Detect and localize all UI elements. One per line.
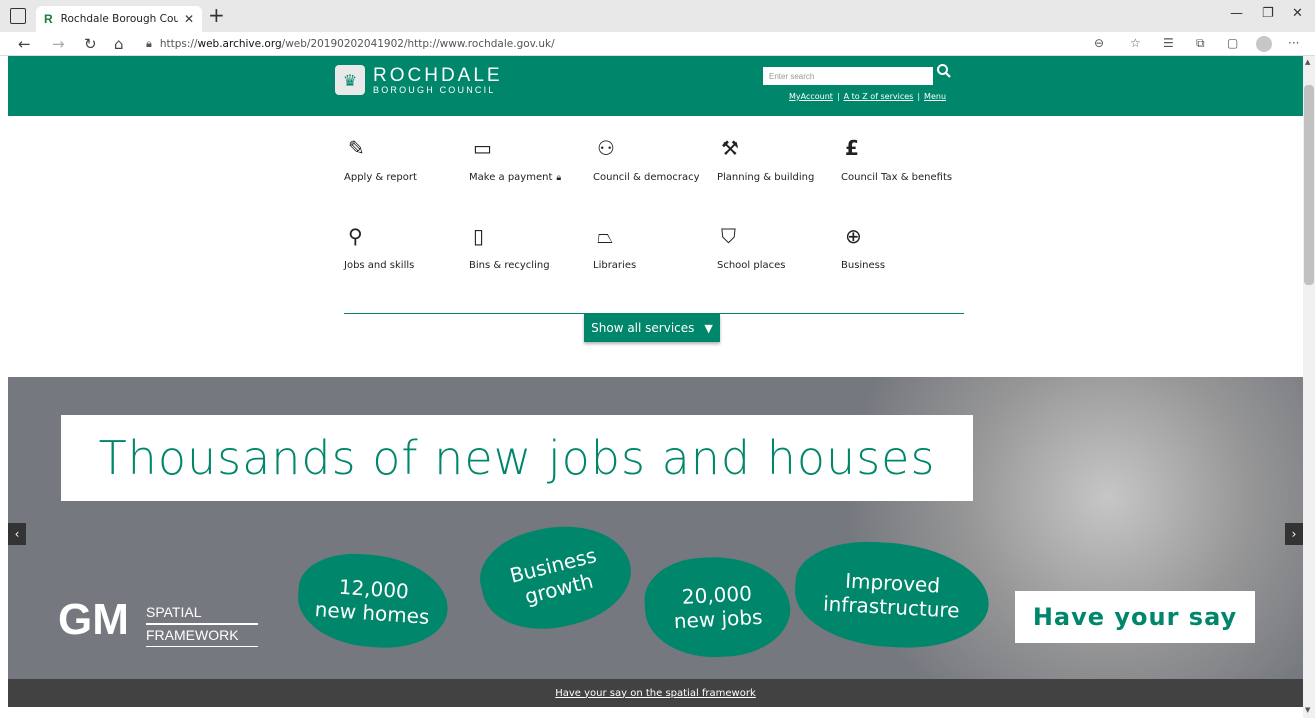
back-icon[interactable]: ← <box>18 35 31 53</box>
favorite-icon[interactable]: ☆ <box>1130 36 1141 50</box>
zoom-icon[interactable]: ⊖ <box>1094 36 1104 50</box>
service-label: Council & democracy <box>593 172 700 183</box>
search-input[interactable] <box>763 67 933 85</box>
service-label: Bins & recycling <box>469 260 550 271</box>
carousel-next-button[interactable]: › <box>1285 523 1303 545</box>
home-icon[interactable]: ⌂ <box>114 35 124 53</box>
council-logo[interactable]: ♛ ROCHDALE BOROUGH COUNCIL <box>335 65 503 95</box>
headline-box: Thousands of new jobs and houses <box>61 415 973 501</box>
tab-actions-icon[interactable] <box>10 8 26 24</box>
browser-tab[interactable]: R Rochdale Borough Council - Hon ✕ <box>36 6 202 32</box>
logo-main-text: ROCHDALE <box>373 64 503 86</box>
forward-icon[interactable]: → <box>52 35 65 53</box>
banner-headline: Thousands of new jobs and houses <box>98 431 936 485</box>
service-label: Jobs and skills <box>344 260 415 271</box>
people-icon: ⚇ <box>597 136 615 160</box>
chevron-left-icon: ‹ <box>14 527 20 541</box>
url-path: /web/20190202041902/http://www.rochdale.… <box>281 38 555 50</box>
site-header <box>8 56 1303 116</box>
address-bar: ← → ↻ ⌂ 🔒︎ https://web.archive.org/web/2… <box>0 32 1315 56</box>
search-button[interactable] <box>936 63 956 85</box>
search-icon <box>937 64 951 78</box>
pencil-square-icon: ✎ <box>348 136 365 160</box>
new-tab-icon[interactable]: + <box>208 3 225 27</box>
service-label: School places <box>717 260 786 271</box>
card-icon: ▭ <box>473 136 492 160</box>
show-all-label: Show all services <box>591 321 695 335</box>
lock-icon: 🔒︎ <box>146 37 152 50</box>
restore-icon[interactable]: ❐ <box>1262 6 1274 21</box>
hero-banner[interactable]: Thousands of new jobs and houses GM SPAT… <box>8 377 1303 679</box>
profile-avatar[interactable] <box>1256 36 1272 52</box>
logo-rule <box>146 623 258 625</box>
gm-logo-text: GM <box>58 595 129 644</box>
menu-link[interactable]: Menu <box>924 92 946 101</box>
myaccount-link[interactable]: MyAccount <box>789 92 833 101</box>
chevron-down-icon: ▼ <box>704 321 713 335</box>
logo-sub-text: BOROUGH COUNCIL <box>373 84 496 95</box>
scroll-down-icon[interactable]: ▼ <box>1305 706 1310 714</box>
banner-caption-link[interactable]: Have your say on the spatial framework <box>555 688 756 699</box>
collections-icon[interactable]: ⧉ <box>1196 36 1205 51</box>
crest-icon: ♛ <box>335 65 365 95</box>
a-to-z-link[interactable]: A to Z of services <box>844 92 914 101</box>
blob-new-homes: 12,000 new homes <box>294 549 452 653</box>
search-icon: ⚲ <box>348 224 363 248</box>
favicon-icon: R <box>44 12 53 26</box>
hammer-icon: ⚒ <box>721 136 739 160</box>
blob-business-growth: Business growth <box>471 510 641 644</box>
url-field[interactable]: 🔒︎ https://web.archive.org/web/201902020… <box>146 32 555 56</box>
globe-icon: ⊕ <box>845 224 862 248</box>
scrollbar-thumb[interactable] <box>1304 85 1314 285</box>
service-label: Council Tax & benefits <box>841 172 953 183</box>
favorites-bar-icon[interactable]: ☰ <box>1163 36 1174 50</box>
link-separator: | <box>836 92 840 101</box>
bin-icon: ▯ <box>473 224 485 248</box>
browser-tab-bar: R Rochdale Borough Council - Hon ✕ + — ❐… <box>0 0 1315 32</box>
book-icon: ⏢ <box>597 224 613 248</box>
tab-title: Rochdale Borough Council - Hon <box>60 13 178 25</box>
reload-icon[interactable]: ↻ <box>84 35 97 53</box>
spatial-text: SPATIAL <box>146 604 202 620</box>
scroll-up-icon[interactable]: ▲ <box>1305 58 1310 66</box>
service-label: Planning & building <box>717 172 815 183</box>
framework-text: FRAMEWORK <box>146 626 239 643</box>
banner-caption: Have your say on the spatial framework <box>8 679 1303 707</box>
link-separator: | <box>917 92 921 101</box>
pound-icon: £ <box>845 136 859 160</box>
graduation-cap-icon: ⛉ <box>721 224 736 248</box>
have-your-say-box[interactable]: Have your say <box>1015 591 1255 643</box>
web-page: ♛ ROCHDALE BOROUGH COUNCIL MyAccount|A t… <box>0 56 1303 718</box>
more-icon[interactable]: ··· <box>1288 36 1299 50</box>
tab-close-icon[interactable]: ✕ <box>184 12 194 26</box>
lock-icon: 🔒︎ <box>556 173 562 183</box>
close-window-icon[interactable]: ✕ <box>1292 6 1303 21</box>
logo-rule <box>146 645 258 647</box>
carousel-prev-button[interactable]: ‹ <box>8 523 26 545</box>
have-your-say-text: Have your say <box>1032 603 1238 631</box>
service-label: Apply & report <box>344 172 417 183</box>
minimize-icon[interactable]: — <box>1230 6 1243 21</box>
blob-new-jobs: 20,000 new jobs <box>642 553 793 661</box>
header-links: MyAccount | A to Z of services | Menu <box>789 92 946 101</box>
extensions-icon[interactable]: ▢ <box>1227 36 1238 50</box>
service-label: Make a payment <box>469 172 553 183</box>
spatial-framework-logo: SPATIAL FRAMEWORK <box>146 603 258 648</box>
service-label: Libraries <box>593 260 637 271</box>
url-prefix: https:// <box>159 38 198 50</box>
service-label: Business <box>841 260 886 271</box>
url-host: web.archive.org <box>197 38 282 50</box>
show-all-services-button[interactable]: Show all services ▼ <box>584 314 720 342</box>
chevron-right-icon: › <box>1291 527 1297 541</box>
